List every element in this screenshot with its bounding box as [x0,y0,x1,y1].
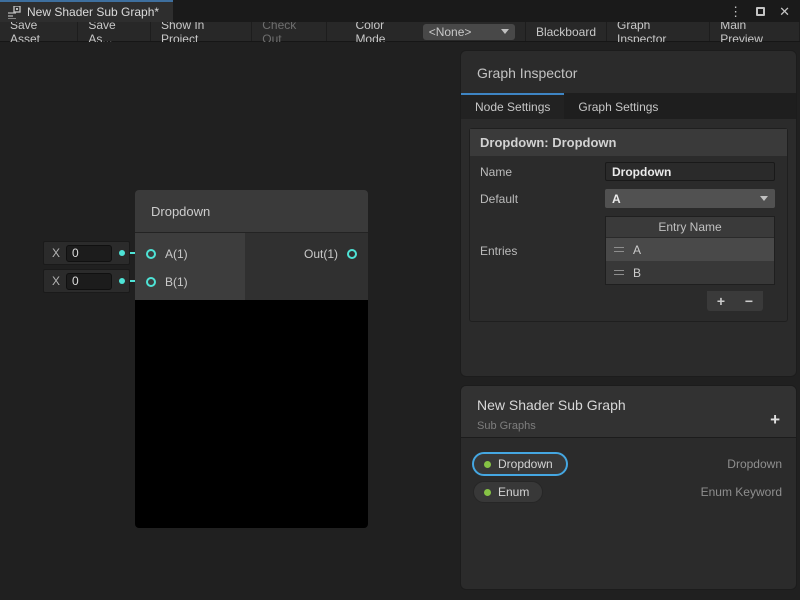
blackboard-row-dropdown: Dropdown Dropdown [461,450,796,478]
property-name: Enum [498,485,529,499]
port-label-out: Out(1) [304,247,338,261]
blackboard-row-enum: Enum Enum Keyword [461,478,796,506]
entry-label: B [633,266,641,280]
property-name: Dropdown [498,457,553,471]
save-as-button[interactable]: Save As... [78,22,151,41]
port-label-b: B(1) [165,275,188,289]
blackboard-subtitle: Sub Graphs [477,420,780,432]
node-preview [135,300,368,528]
port-row-b: B(1) [135,268,245,296]
property-dot-icon [484,461,491,468]
inspector-tabs: Node Settings Graph Settings [461,93,796,119]
entry-label: A [633,243,641,257]
value-field-a[interactable] [66,245,112,262]
graph-inspector-toggle-button[interactable]: Graph Inspector [607,22,710,41]
name-label: Name [480,165,605,179]
drag-handle-icon[interactable] [614,247,624,252]
axis-label: X [52,246,60,260]
graph-inspector-panel: Graph Inspector Node Settings Graph Sett… [460,50,797,377]
inspector-content: Dropdown: Dropdown Name Default A [461,119,796,331]
remove-entry-button[interactable]: − [745,294,753,308]
color-mode-value: <None> [429,25,472,39]
tab-node-settings[interactable]: Node Settings [461,93,564,119]
port-row-a: A(1) [135,240,245,268]
entries-footer-row: + − [470,289,787,313]
property-dot-icon [484,489,491,496]
section-title: Dropdown: Dropdown [470,129,787,156]
property-pill-dropdown[interactable]: Dropdown [473,453,567,475]
add-entry-button[interactable]: + [717,294,725,308]
show-in-project-button[interactable]: Show In Project [151,22,252,41]
blackboard-panel: New Shader Sub Graph Sub Graphs + Dropdo… [460,385,797,590]
entries-footer: + − [707,291,763,311]
entry-row-b[interactable]: B [606,261,774,284]
menu-icon[interactable]: ⋮ [729,5,742,18]
tab-title: New Shader Sub Graph* [27,5,159,19]
entries-row: Entries Entry Name A B [470,214,787,287]
port-label-a: A(1) [165,247,188,261]
blackboard-rows: Dropdown Dropdown Enum Enum Keyword [461,438,796,506]
node-title[interactable]: Dropdown [135,190,368,233]
output-port[interactable] [347,249,357,259]
input-port-a[interactable] [146,249,156,259]
entry-row-a[interactable]: A [606,238,774,261]
default-dropdown[interactable]: A [605,189,775,208]
toolbar: Save Asset Save As... Show In Project Ch… [0,22,800,42]
check-out-button[interactable]: Check Out [252,22,327,41]
input-port-b[interactable] [146,277,156,287]
node-settings-box: Dropdown: Dropdown Name Default A [469,128,788,322]
name-input[interactable] [605,162,775,181]
inspector-title: Graph Inspector [461,51,796,93]
input-widget-b: X [43,269,130,293]
save-asset-button[interactable]: Save Asset [0,22,78,41]
add-property-button[interactable]: + [770,410,780,430]
window-titlebar: New Shader Sub Graph* ⋮ ✕ [0,0,800,22]
name-row: Name [470,160,787,183]
graph-canvas[interactable]: X X Dropdown A(1) B(1) Out(1) [0,42,800,600]
node-output-column: Out(1) [245,233,368,300]
entries-label: Entries [480,244,605,258]
tab-graph-settings[interactable]: Graph Settings [564,93,672,119]
connector-dot-icon [119,250,125,256]
chevron-down-icon [760,196,768,201]
blackboard-header: New Shader Sub Graph Sub Graphs + [461,386,796,438]
entries-header: Entry Name [606,217,774,238]
drag-handle-icon[interactable] [614,270,624,275]
default-value: A [612,192,621,206]
entries-list: Entry Name A B [605,216,775,285]
maximize-icon[interactable] [756,7,765,16]
connector-dot-icon [119,278,125,284]
close-icon[interactable]: ✕ [779,5,790,18]
dropdown-node[interactable]: Dropdown A(1) B(1) Out(1) [135,190,368,528]
default-label: Default [480,192,605,206]
input-widget-a: X [43,241,130,265]
document-tab[interactable]: New Shader Sub Graph* [0,0,173,22]
blackboard-toggle-button[interactable]: Blackboard [525,22,607,41]
property-type: Dropdown [727,457,782,471]
subgraph-icon [8,6,21,19]
property-type: Enum Keyword [701,485,782,499]
property-pill-enum[interactable]: Enum [473,481,543,503]
blackboard-title: New Shader Sub Graph [477,397,780,413]
axis-label: X [52,274,60,288]
port-row-out: Out(1) [245,240,368,268]
main-preview-toggle-button[interactable]: Main Preview [710,22,800,41]
node-input-column: A(1) B(1) [135,233,245,300]
chevron-down-icon [501,29,509,34]
default-row: Default A [470,187,787,210]
node-body: A(1) B(1) Out(1) [135,233,368,300]
window-controls: ⋮ ✕ [729,0,800,22]
color-mode-dropdown[interactable]: <None> [423,24,515,40]
value-field-b[interactable] [66,273,112,290]
